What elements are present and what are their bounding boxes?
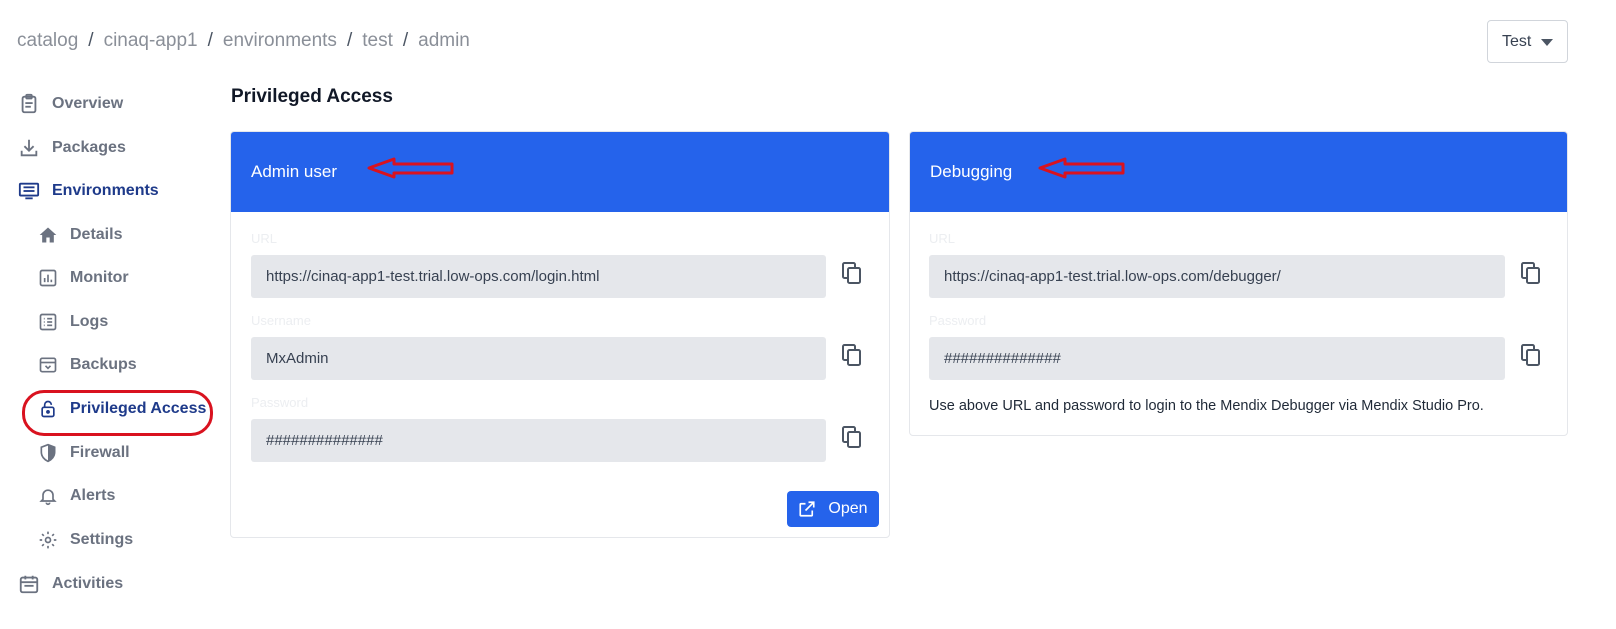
annotation-arrow	[367, 157, 454, 179]
breadcrumb-admin: admin	[418, 30, 470, 51]
password-field[interactable]: ##############	[251, 419, 826, 462]
download-icon	[18, 137, 40, 159]
gear-icon	[38, 530, 58, 550]
sidebar-item-alerts[interactable]: Alerts	[38, 481, 115, 511]
copy-url-button[interactable]	[840, 260, 864, 286]
monitor-list-icon	[18, 180, 40, 202]
clipboard-icon	[18, 93, 40, 115]
debugging-card-title: Debugging	[930, 162, 1013, 181]
breadcrumb-separator: /	[346, 30, 353, 51]
debugger-password-field[interactable]: ##############	[929, 337, 1505, 380]
annotation-arrow	[1038, 157, 1125, 179]
annotation-oval	[22, 390, 213, 436]
sidebar-item-label: Firewall	[70, 444, 130, 461]
sidebar-item-label: Monitor	[70, 269, 129, 286]
breadcrumb-separator: /	[207, 30, 213, 51]
breadcrumb-app[interactable]: cinaq-app1	[104, 30, 198, 52]
environment-select-value: Test	[1502, 32, 1532, 50]
sidebar-item-label: Environments	[52, 182, 159, 199]
debugger-help-text: Use above URL and password to login to t…	[929, 398, 1484, 414]
copy-debugger-password-button[interactable]	[1519, 342, 1543, 368]
admin-url-field[interactable]: https://cinaq-app1-test.trial.low-ops.co…	[251, 255, 826, 298]
sidebar-item-packages[interactable]: Packages	[18, 133, 126, 163]
admin-user-card: Admin user URL https://cinaq-app1-test.t…	[230, 131, 890, 538]
sidebar-item-environments[interactable]: Environments	[18, 176, 159, 206]
environment-select[interactable]: Test	[1487, 20, 1568, 63]
breadcrumb-test[interactable]: test	[362, 30, 393, 52]
sidebar-item-label: Logs	[70, 313, 109, 330]
debugging-card: Debugging URL https://cinaq-app1-test.tr…	[909, 131, 1568, 436]
breadcrumb-environments[interactable]: environments	[223, 30, 337, 52]
list-icon	[38, 312, 58, 332]
chevron-down-icon	[1541, 39, 1553, 46]
sidebar-item-label: Details	[70, 226, 123, 243]
chart-icon	[38, 268, 58, 288]
password-label: Password	[929, 313, 987, 328]
page-title: Privileged Access	[231, 86, 393, 107]
sidebar-item-label: Activities	[52, 575, 124, 592]
sidebar-item-activities[interactable]: Activities	[18, 569, 123, 599]
sidebar-item-firewall[interactable]: Firewall	[38, 438, 130, 468]
sidebar-item-details[interactable]: Details	[38, 220, 122, 250]
breadcrumb-separator: /	[402, 30, 409, 51]
external-link-icon	[799, 501, 815, 517]
bell-icon	[38, 486, 58, 506]
copy-username-button[interactable]	[840, 342, 864, 368]
admin-card-header: Admin user	[231, 132, 889, 212]
copy-debugger-url-button[interactable]	[1519, 260, 1543, 286]
sidebar-item-overview[interactable]: Overview	[18, 89, 123, 119]
open-button-label: Open	[828, 500, 868, 517]
home-icon	[38, 225, 58, 245]
breadcrumb-catalog[interactable]: catalog	[17, 30, 78, 52]
url-label: URL	[251, 231, 278, 246]
breadcrumb-separator: /	[88, 30, 94, 51]
copy-icon	[842, 344, 861, 366]
sidebar-item-label: Settings	[70, 531, 134, 548]
sidebar-item-backups[interactable]: Backups	[38, 350, 137, 380]
archive-icon	[38, 355, 58, 375]
username-field[interactable]: MxAdmin	[251, 337, 826, 380]
sidebar-item-label: Overview	[52, 95, 124, 112]
debugger-url-field[interactable]: https://cinaq-app1-test.trial.low-ops.co…	[929, 255, 1505, 298]
sidebar-item-logs[interactable]: Logs	[38, 307, 108, 337]
password-label: Password	[251, 395, 309, 410]
breadcrumb: catalog / cinaq-app1 / environments / test / adm…	[17, 30, 470, 52]
debugging-card-header: Debugging	[910, 132, 1567, 212]
shield-icon	[38, 443, 58, 463]
copy-icon	[842, 426, 861, 448]
sidebar-item-label: Backups	[70, 356, 137, 373]
copy-icon	[842, 262, 861, 284]
sidebar-item-label: Packages	[52, 139, 126, 156]
sidebar-item-settings[interactable]: Settings	[38, 525, 133, 555]
copy-icon	[1521, 344, 1540, 366]
copy-password-button[interactable]	[840, 424, 864, 450]
admin-card-title: Admin user	[251, 162, 337, 181]
sidebar-item-monitor[interactable]: Monitor	[38, 263, 129, 293]
sidebar-item-label: Alerts	[70, 487, 116, 504]
copy-icon	[1521, 262, 1540, 284]
username-label: Username	[251, 313, 311, 328]
calendar-icon	[18, 573, 40, 595]
url-label: URL	[929, 231, 956, 246]
open-button[interactable]: Open	[787, 491, 879, 527]
